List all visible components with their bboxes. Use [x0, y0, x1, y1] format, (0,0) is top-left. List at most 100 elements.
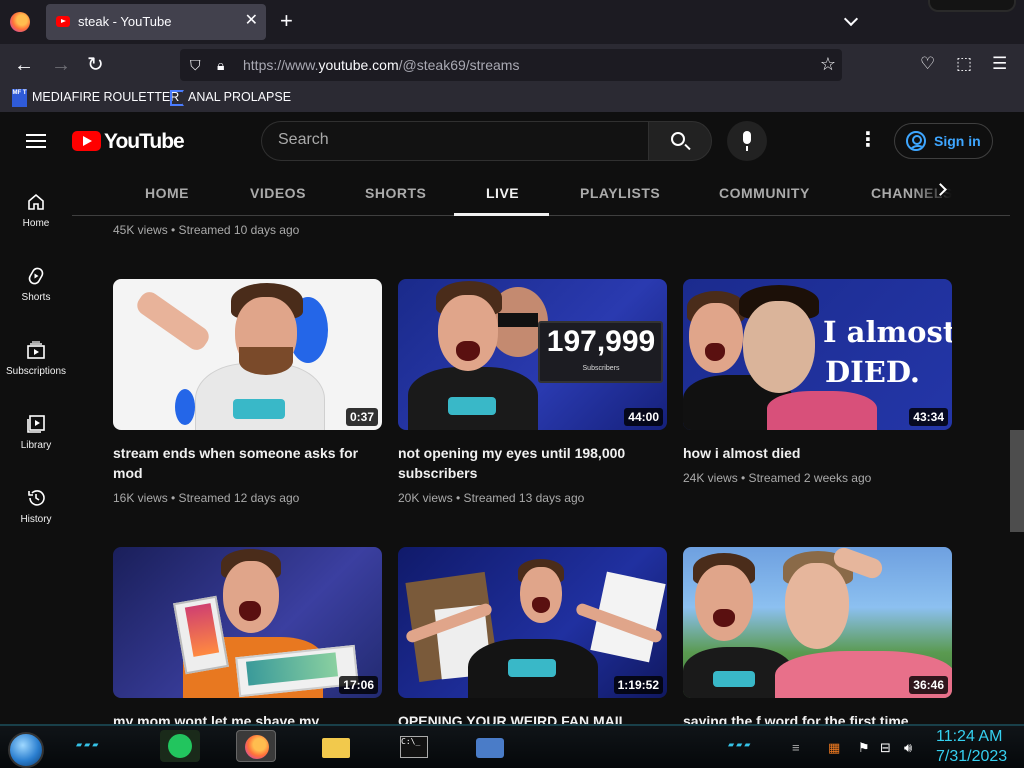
back-arrow-icon[interactable]: ← [14, 54, 34, 76]
settings-more-icon[interactable]: ⋮ [858, 130, 878, 150]
home-icon [28, 193, 44, 210]
video-thumbnail[interactable]: 1:19:52 [398, 547, 667, 698]
new-tab-button[interactable]: + [280, 9, 293, 33]
taskbar-decoration: ▰▰▰ [76, 740, 101, 749]
account-icon [906, 131, 926, 151]
url-bar[interactable]: ⛉ 🔒︎ https://www.youtube.com/@steak69/st… [180, 49, 842, 81]
video-duration: 44:00 [624, 408, 663, 426]
bookmark-star-icon[interactable]: ☆ [820, 54, 836, 75]
video-title[interactable]: my mom wont let me shave my [113, 711, 373, 724]
taskbar-app-explorer[interactable] [316, 730, 356, 762]
guide-label-library: Library [20, 440, 52, 451]
lock-icon[interactable]: 🔒︎ [217, 57, 224, 74]
youtube-favicon-icon [56, 16, 70, 27]
video-title[interactable]: not opening my eyes until 198,000 subscr… [398, 443, 658, 483]
youtube-masthead: YouTube ⋮ Sign in [0, 112, 1010, 168]
video-thumbnail[interactable]: 197,999 Subscribers 44:00 [398, 279, 667, 430]
video-thumbnail[interactable]: 0:37 [113, 279, 382, 430]
guide-item-library[interactable]: Library [0, 402, 72, 462]
search-box[interactable] [261, 121, 649, 161]
video-thumbnail[interactable]: 17:06 [113, 547, 382, 698]
spotify-icon [168, 734, 192, 758]
url-text[interactable]: https://www.youtube.com/@steak69/streams [243, 57, 519, 73]
terminal-icon: C:\_ [400, 736, 428, 758]
guide-label-subscriptions: Subscriptions [5, 366, 67, 377]
video-thumbnail[interactable]: 36:46 [683, 547, 952, 698]
video-title[interactable]: OPENING YOUR WEIRD FAN MAIL [398, 711, 658, 724]
video-meta: 16K views • Streamed 12 days ago [113, 491, 300, 505]
mini-guide: Home Shorts Subscriptions Library Histor… [0, 168, 72, 724]
video-duration: 1:19:52 [613, 676, 663, 694]
search-icon [671, 132, 685, 146]
youtube-logo-text[interactable]: YouTube [104, 130, 185, 154]
volume-icon[interactable]: 🔊︎ [904, 740, 912, 756]
search-button[interactable] [648, 121, 712, 161]
bookmark-2[interactable]: ANAL PROLAPSE [188, 90, 291, 104]
guide-label-history: History [20, 514, 52, 525]
subscriber-count-overlay: 197,999 [546, 325, 656, 358]
history-icon [28, 490, 45, 506]
video-title[interactable]: stream ends when someone asks for mod [113, 443, 373, 483]
keyboard-icon [476, 738, 504, 758]
list-all-tabs-icon[interactable] [843, 11, 859, 27]
network-icon[interactable]: ⊟ [880, 740, 891, 756]
window-frame-decoration [928, 0, 1016, 12]
tab-videos[interactable]: VIDEOS [250, 185, 306, 201]
video-duration: 36:46 [909, 676, 948, 694]
tab-close-icon[interactable]: ✕ [245, 12, 258, 30]
extensions-icon[interactable]: ⬚ [956, 55, 972, 73]
firefox-icon[interactable] [10, 12, 30, 32]
clock-time[interactable]: 11:24 AM [936, 728, 1002, 746]
thumbnail-text-line1: I almost [823, 315, 952, 349]
tray-menu-icon[interactable]: ≡ [792, 740, 800, 755]
guide-item-home[interactable]: Home [0, 180, 72, 240]
sign-in-label: Sign in [934, 133, 981, 149]
taskbar-app-terminal[interactable]: C:\_ [394, 730, 434, 762]
youtube-logo-icon[interactable] [72, 131, 101, 151]
browser-tab-strip: steak - YouTube ✕ + [0, 0, 1024, 44]
clock-date[interactable]: 7/31/2023 [936, 748, 1007, 766]
tracking-shield-icon[interactable]: ⛉ [190, 57, 201, 74]
scrollbar-thumb[interactable] [1010, 430, 1024, 532]
forward-arrow-icon[interactable]: → [51, 54, 71, 76]
active-tab-indicator [454, 213, 549, 216]
browser-tab-youtube[interactable]: steak - YouTube ✕ [46, 4, 266, 40]
video-duration: 0:37 [345, 408, 378, 426]
search-input[interactable] [278, 131, 628, 149]
reload-icon[interactable]: ↻ [87, 54, 104, 76]
menu-icon[interactable]: ☰ [992, 55, 1007, 73]
youtube-page: YouTube ⋮ Sign in Home Shorts Subscripti… [0, 112, 1010, 724]
tab-home[interactable]: HOME [145, 185, 189, 201]
guide-item-shorts[interactable]: Shorts [0, 254, 72, 314]
mediafire-icon: MF T [12, 89, 27, 107]
sign-in-button[interactable]: Sign in [894, 123, 993, 159]
action-center-flag-icon[interactable]: ⚑ [858, 740, 870, 756]
tabs-fade [912, 168, 1010, 215]
voice-search-button[interactable] [727, 121, 767, 161]
guide-item-subscriptions[interactable]: Subscriptions [0, 328, 72, 388]
tray-app-icon[interactable]: ▦ [828, 740, 840, 756]
taskbar-app-keyboard[interactable] [470, 730, 510, 762]
taskbar: ▰▰▰ C:\_ ▰▰▰ ≡ ▦ ⚑ ⊟ 🔊︎ 11:24 AM 7/31/20… [0, 724, 1024, 768]
taskbar-app-firefox[interactable] [236, 730, 276, 762]
tab-shorts[interactable]: SHORTS [365, 185, 426, 201]
start-button[interactable] [8, 732, 44, 768]
taskbar-app-spotify[interactable] [160, 730, 200, 762]
tab-playlists[interactable]: PLAYLISTS [580, 185, 660, 201]
thumbnail-text-line2: DIED. [825, 355, 921, 389]
firefox-icon [245, 735, 269, 759]
subscriber-caption-overlay: Subscribers [582, 365, 620, 372]
video-meta: 20K views • Streamed 13 days ago [398, 491, 585, 505]
page-scrollbar[interactable] [1010, 112, 1024, 724]
bookmark-mediafire-rouletter[interactable]: MEDIAFIRE ROULETTER [32, 90, 179, 104]
video-thumbnail[interactable]: I almost DIED. 43:34 [683, 279, 952, 430]
browser-navigation-bar: ← → ↻ ⛉ 🔒︎ https://www.youtube.com/@stea… [0, 44, 1024, 86]
tab-live[interactable]: LIVE [486, 185, 519, 201]
guide-menu-icon[interactable] [26, 134, 46, 148]
video-title[interactable]: how i almost died [683, 443, 943, 463]
tab-title: steak - YouTube [78, 14, 172, 29]
video-title[interactable]: saying the f word for the first time [683, 711, 943, 724]
guide-item-history[interactable]: History [0, 476, 72, 536]
pocket-icon[interactable]: ♡ [920, 55, 935, 73]
tab-community[interactable]: COMMUNITY [719, 185, 810, 201]
